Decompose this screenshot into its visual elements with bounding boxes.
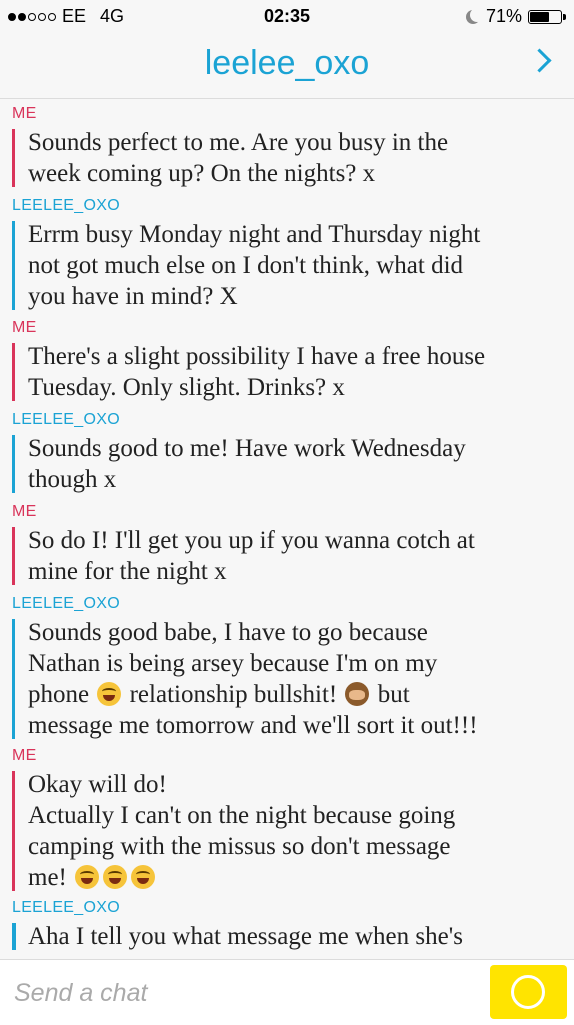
message-text: Sounds perfect to me. Are you busy in th… xyxy=(28,129,449,187)
sender-label: LEELEE_OXO xyxy=(12,411,120,428)
message-fragment: relationship bullshit! xyxy=(123,681,344,708)
status-bar: EE 4G 02:35 71% xyxy=(0,0,574,34)
message-fragment: phone xyxy=(28,681,96,708)
message-line: phone relationship bullshit! but xyxy=(28,679,562,710)
sender-label: LEELEE_OXO xyxy=(12,595,120,612)
tears-of-joy-emoji-icon xyxy=(103,865,128,889)
message-text: Sounds good babe, I have to go because N… xyxy=(28,617,562,741)
chat-header: leelee_oxo xyxy=(0,34,574,99)
message-text: Aha I tell you what message me when she'… xyxy=(28,923,463,950)
message-line: Nathan is being arsey because I'm on my xyxy=(28,650,438,677)
battery-percent: 71% xyxy=(485,6,522,26)
sender-label: LEELEE_OXO xyxy=(12,197,120,214)
sender-label: ME xyxy=(12,747,37,764)
sender-label: ME xyxy=(12,105,37,122)
battery-icon xyxy=(528,9,566,24)
message-line: Sounds good babe, I have to go because xyxy=(28,619,428,646)
message-line: message me tomorrow and we'll sort it ou… xyxy=(28,712,478,739)
tears-of-joy-emoji-icon xyxy=(97,682,122,706)
battery-info: 71% xyxy=(466,6,566,27)
tears-of-joy-emoji-icon xyxy=(131,865,156,889)
sender-label: LEELEE_OXO xyxy=(12,899,120,916)
sender-label: ME xyxy=(12,503,37,520)
message-text: There's a slight possibility I have a fr… xyxy=(28,343,486,401)
message-text: Okay will do! Actually I can't on the ni… xyxy=(28,769,562,893)
message-fragment: but xyxy=(371,681,410,708)
sender-label: ME xyxy=(12,319,37,336)
see-no-evil-monkey-emoji-icon xyxy=(345,682,370,706)
camera-shutter-icon xyxy=(511,975,545,1009)
composer-bar xyxy=(0,959,574,1025)
message-text: Errm busy Monday night and Thursday nigh… xyxy=(28,221,481,310)
contact-name[interactable]: leelee_oxo xyxy=(0,44,574,83)
message-text: So do I! I'll get you up if you wanna co… xyxy=(28,527,475,585)
camera-button[interactable] xyxy=(490,965,567,1019)
message-text: Sounds good to me! Have work Wednesday t… xyxy=(28,435,466,493)
chat-input[interactable] xyxy=(12,974,456,1012)
do-not-disturb-icon xyxy=(470,8,484,22)
chat-thread[interactable]: ME Sounds perfect to me. Are you busy in… xyxy=(0,99,574,959)
tears-of-joy-emoji-icon xyxy=(75,865,100,889)
